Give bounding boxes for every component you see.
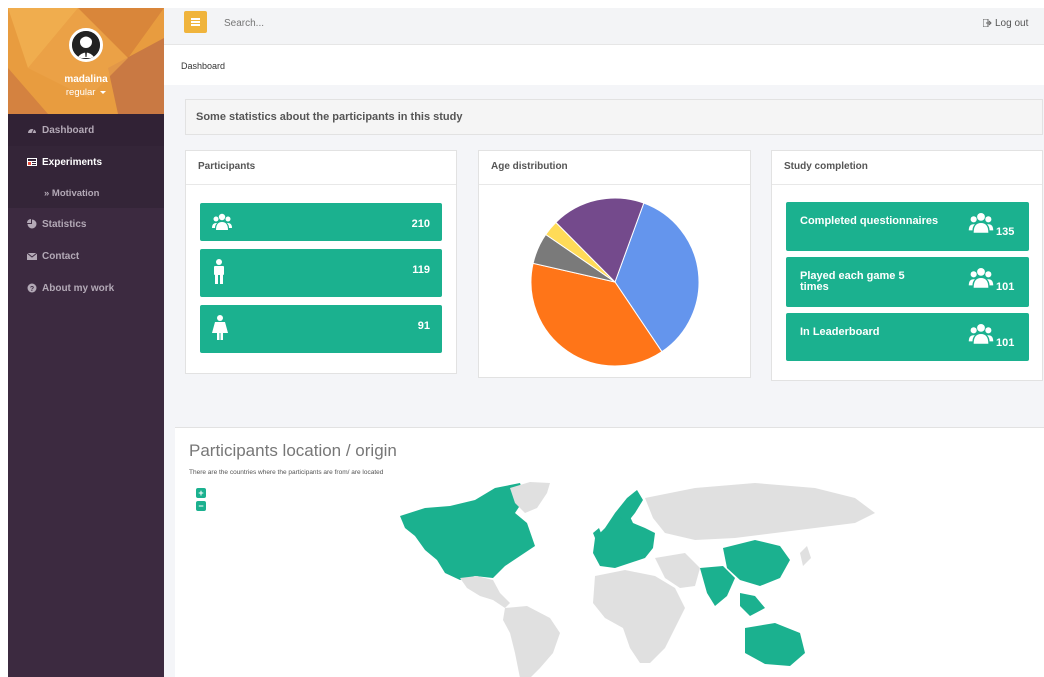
logout-button[interactable]: Log out [982,18,1029,29]
sidebar: madalina regular Dashboard Experiments »… [8,8,164,677]
participants-total-box: 210 [200,203,442,241]
sidebar-nav: Dashboard Experiments » Motivation Stati… [8,114,164,304]
question-circle-icon: ? [27,283,37,293]
map-australia [745,623,805,666]
participants-total-value: 210 [411,218,430,230]
statistics-header: Some statistics about the participants i… [185,99,1043,135]
map-south-america [503,606,560,677]
completed-questionnaires-value: 135 [996,226,1015,238]
sidebar-item-statistics[interactable]: Statistics [8,208,164,240]
user-role-label: regular [65,87,96,98]
statistics-header-text: Some statistics about the participants i… [196,111,463,123]
leaderboard-label: In Leaderboard [800,326,880,338]
participants-female-box: 91 [200,305,442,353]
user-name: madalina [64,74,108,85]
caret-down-icon [100,90,107,94]
menu-toggle-button[interactable] [184,11,207,33]
map-southeast-asia [740,593,765,616]
sidebar-item-contact[interactable]: Contact [8,240,164,272]
sidebar-item-label: Contact [42,250,80,262]
divider [186,184,456,185]
users-icon [212,213,232,230]
sidebar-item-experiments[interactable]: Experiments [8,146,164,178]
participants-male-box: 119 [200,249,442,297]
completed-questionnaires-box: Completed questionnaires 135 [786,202,1029,251]
user-profile: madalina regular [8,8,164,114]
study-completion-panel: Study completion Completed questionnaire… [771,150,1043,381]
users-icon [968,267,994,288]
leaderboard-value: 101 [996,337,1015,349]
sidebar-item-label: Experiments [42,156,103,168]
dashboard-icon [28,128,36,134]
sidebar-item-about[interactable]: ? About my work [8,272,164,304]
male-icon [214,259,224,284]
participants-panel: Participants 210 119 91 [185,150,457,374]
sidebar-subitem-label: » Motivation [44,187,100,199]
played-games-box: Played each game 5 times 101 [786,257,1029,307]
map-panel: Participants location / origin There are… [175,427,1044,677]
avatar[interactable] [69,28,103,62]
sidebar-item-label: Statistics [42,218,87,230]
map-japan [800,546,811,566]
world-map[interactable] [175,428,1044,677]
panel-title: Age distribution [491,161,568,172]
leaderboard-box: In Leaderboard 101 [786,313,1029,361]
panel-title: Participants [198,161,256,172]
breadcrumb-bar: Dashboard [164,45,1044,85]
played-games-label: Played each game 5 times [800,270,905,293]
age-pie-chart [530,197,700,367]
app-root: madalina regular Dashboard Experiments »… [0,0,1044,677]
completed-questionnaires-label: Completed questionnaires [800,215,939,227]
svg-text:?: ? [30,286,34,293]
participants-male-value: 119 [412,264,430,276]
sidebar-item-dashboard[interactable]: Dashboard [8,114,164,146]
logout-label: Log out [995,18,1029,29]
played-games-value: 101 [996,281,1015,293]
users-icon [968,212,994,233]
search-input[interactable] [224,18,524,29]
breadcrumb: Dashboard [181,61,226,71]
age-distribution-panel: Age distribution [478,150,751,378]
divider [772,184,1042,185]
sidebar-subitem-motivation[interactable]: » Motivation [8,178,164,208]
panel-title: Study completion [784,161,868,172]
map-africa [593,570,685,663]
map-central-america [460,576,510,608]
topbar: Log out [164,8,1044,45]
users-icon [968,323,994,344]
participants-female-value: 91 [417,320,430,332]
experiments-icon [27,158,37,166]
sign-out-icon [982,18,992,28]
female-icon [212,315,228,340]
map-india [700,566,735,606]
map-russia [645,483,875,540]
envelope-icon [27,252,37,260]
sidebar-item-label: About my work [42,282,115,294]
user-role-dropdown[interactable]: regular [8,87,164,98]
sidebar-item-label: Dashboard [42,124,95,136]
pie-chart-icon [27,219,37,229]
